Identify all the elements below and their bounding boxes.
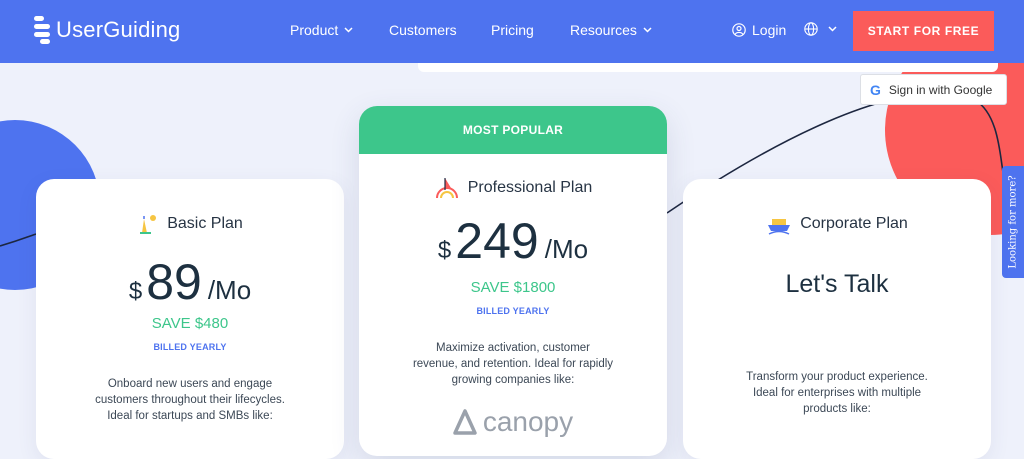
basic-plan-description: Onboard new users and engage customers t… bbox=[76, 376, 304, 424]
corporate-plan-header: Corporate Plan bbox=[683, 213, 991, 235]
start-for-free-button[interactable]: START FOR FREE bbox=[853, 11, 994, 51]
banner-edge bbox=[418, 63, 998, 72]
professional-plan-name: Professional Plan bbox=[467, 179, 593, 196]
user-icon bbox=[732, 23, 746, 37]
basic-plan-price: $ 89 /Mo bbox=[36, 253, 344, 311]
google-icon: G bbox=[870, 81, 881, 98]
userguiding-logo-icon bbox=[34, 16, 50, 44]
price-amount: 89 bbox=[146, 254, 202, 310]
login-label: Login bbox=[752, 22, 787, 38]
basic-plan-savings: SAVE $480 bbox=[151, 315, 229, 332]
professional-plan-description: Maximize activation, customer revenue, a… bbox=[399, 340, 627, 388]
professional-plan-icon bbox=[435, 178, 458, 199]
login-link[interactable]: Login bbox=[732, 22, 786, 38]
chevron-down-icon bbox=[344, 27, 353, 33]
nav-customers[interactable]: Customers bbox=[389, 22, 457, 38]
professional-plan-card: MOST POPULAR Professional Plan $ 249 /Mo… bbox=[359, 106, 667, 456]
nav-resources-label: Resources bbox=[570, 22, 637, 38]
nav-product-label: Product bbox=[290, 22, 339, 38]
canopy-customer-logo: canopy bbox=[359, 406, 667, 438]
corporate-plan-description: Transform your product experience. Ideal… bbox=[723, 369, 951, 417]
professional-plan-billing: BILLED YEARLY bbox=[476, 306, 550, 316]
corporate-plan-price: Let's Talk bbox=[785, 270, 889, 298]
description-line: Onboard new users and engage bbox=[107, 378, 273, 390]
description-line: growing companies like: bbox=[451, 374, 575, 386]
professional-plan-header: Professional Plan bbox=[359, 176, 667, 200]
corporate-plan-icon bbox=[768, 219, 791, 235]
price-period: /Mo bbox=[544, 234, 589, 264]
price-amount: 249 bbox=[455, 213, 539, 269]
top-navbar: UserGuiding Product Customers Pricing Re… bbox=[0, 0, 1024, 63]
chevron-down-icon bbox=[643, 27, 652, 33]
looking-for-more-label: Looking for more? bbox=[1007, 175, 1019, 269]
chevron-down-icon bbox=[828, 26, 837, 32]
description-line: Ideal for enterprises with multiple bbox=[752, 387, 922, 399]
google-signin-label: Sign in with Google bbox=[888, 82, 993, 97]
nav-customers-label: Customers bbox=[389, 22, 457, 38]
brand-name: UserGuiding bbox=[56, 17, 181, 42]
corporate-plan-card: Corporate Plan Let's Talk Transform your… bbox=[683, 179, 991, 459]
description-line: Maximize activation, customer bbox=[435, 342, 591, 354]
basic-plan-icon bbox=[140, 215, 157, 234]
nav-resources[interactable]: Resources bbox=[570, 22, 652, 38]
looking-for-more-tab[interactable]: Looking for more? bbox=[1002, 166, 1024, 278]
currency-symbol: $ bbox=[128, 278, 143, 305]
basic-plan-billing: BILLED YEARLY bbox=[153, 342, 227, 352]
basic-plan-card: Basic Plan $ 89 /Mo SAVE $480 BILLED YEA… bbox=[36, 179, 344, 459]
description-line: Transform your product experience. bbox=[746, 371, 928, 383]
professional-plan-price: $ 249 /Mo bbox=[359, 212, 667, 270]
description-line: products like: bbox=[803, 403, 871, 415]
description-line: customers throughout their lifecycles. bbox=[95, 394, 285, 406]
brand-logo[interactable]: UserGuiding bbox=[34, 14, 180, 46]
currency-symbol: $ bbox=[437, 237, 452, 264]
description-line: revenue, and retention. Ideal for rapidl… bbox=[412, 358, 614, 370]
most-popular-ribbon: MOST POPULAR bbox=[359, 106, 667, 154]
basic-plan-name: Basic Plan bbox=[167, 215, 243, 232]
price-period: /Mo bbox=[207, 275, 252, 305]
canopy-logo-icon bbox=[453, 409, 477, 435]
nav-pricing[interactable]: Pricing bbox=[491, 22, 534, 38]
language-selector[interactable] bbox=[804, 22, 837, 36]
nav-product[interactable]: Product bbox=[290, 22, 353, 38]
nav-pricing-label: Pricing bbox=[491, 22, 534, 38]
globe-icon bbox=[804, 22, 818, 36]
description-line: Ideal for startups and SMBs like: bbox=[107, 410, 273, 422]
canopy-logo-text: canopy bbox=[482, 406, 574, 437]
professional-plan-savings: SAVE $1800 bbox=[470, 279, 556, 296]
basic-plan-header: Basic Plan bbox=[36, 213, 344, 235]
google-signin-button[interactable]: G Sign in with Google bbox=[860, 74, 1007, 105]
corporate-plan-name: Corporate Plan bbox=[800, 215, 908, 232]
